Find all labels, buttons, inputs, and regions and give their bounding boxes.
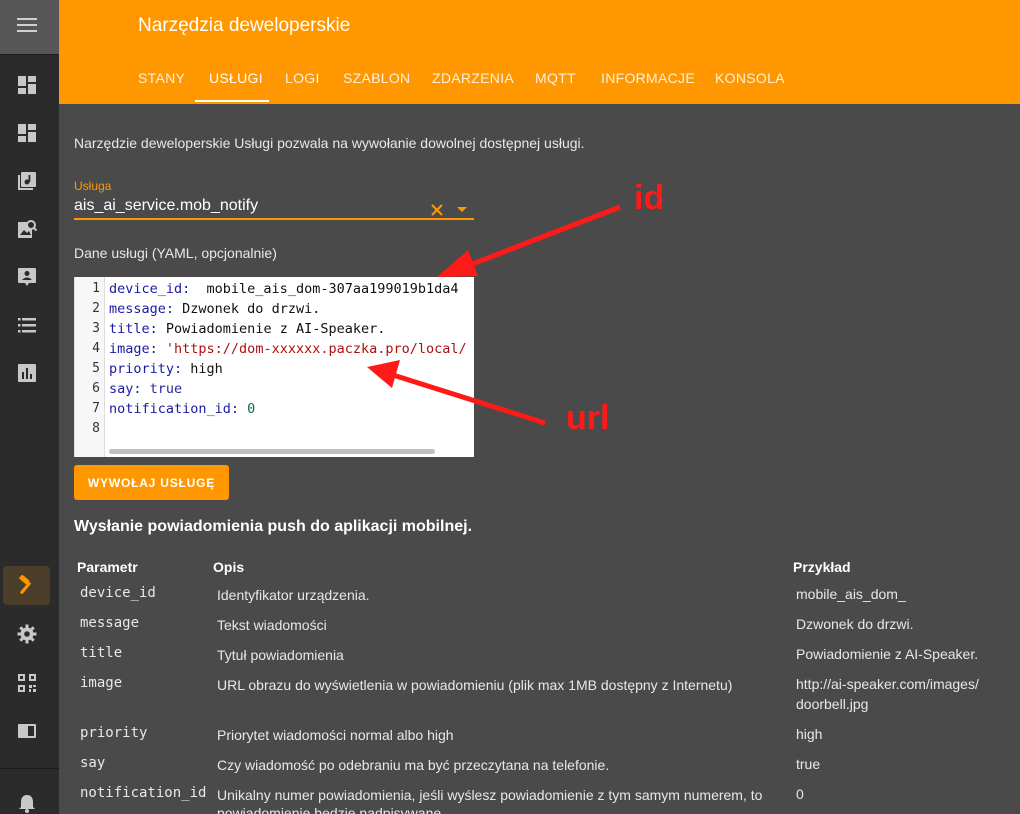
yaml-value: Dzwonek do drzwi.	[174, 301, 321, 317]
code-lines: device_id: mobile_ais_dom-307aa199019b1d…	[109, 279, 467, 439]
service-field-label: Usługa	[74, 179, 112, 193]
column-header-desc: Opis	[213, 559, 245, 575]
code-line: message: Dzwonek do drzwi.	[109, 299, 467, 319]
table-cell-desc: Identyfikator urządzenia.	[217, 587, 370, 603]
code-line: image: 'https://dom-xxxxxx.paczka.pro/lo…	[109, 339, 467, 359]
table-cell-example: 0	[796, 786, 804, 802]
code-line: notification_id: 0	[109, 399, 467, 419]
chart-icon[interactable]	[17, 363, 37, 383]
code-line: say: true	[109, 379, 467, 399]
table-cell-desc: Tytuł powiadomienia	[217, 647, 344, 663]
yaml-key: notification_id:	[109, 401, 240, 417]
tab-szablon[interactable]: SZABLON	[343, 70, 410, 86]
close-icon[interactable]	[430, 203, 444, 217]
table-cell-desc: URL obrazu do wyświetlenia w powiadomien…	[217, 677, 733, 693]
table-cell-desc: Priorytet wiadomości normal albo high	[217, 727, 454, 743]
line-number: 7	[92, 401, 100, 416]
annotation-id-label: id	[634, 179, 665, 217]
tab-uslugi[interactable]: USŁUGI	[209, 70, 263, 86]
music-library-icon[interactable]	[17, 171, 37, 191]
app-header: Narzędzia deweloperskie STANY USŁUGI LOG…	[59, 0, 1020, 104]
table-cell-param: image	[80, 675, 123, 691]
column-header-example: Przykład	[793, 559, 851, 575]
dashboard-icon[interactable]	[17, 75, 37, 95]
line-number: 5	[92, 361, 100, 376]
yaml-value: Powiadomienie z AI-Speaker.	[157, 321, 386, 337]
sidebar-divider	[0, 768, 59, 769]
yaml-key: priority:	[109, 361, 183, 377]
table-cell-example: Dzwonek do drzwi.	[796, 616, 914, 632]
table-cell-example: mobile_ais_dom_	[796, 586, 906, 602]
book-icon[interactable]	[17, 721, 37, 741]
table-cell-param: title	[80, 645, 123, 661]
tab-mqtt[interactable]: MQTT	[535, 70, 576, 86]
image-search-icon[interactable]	[17, 219, 37, 239]
yaml-key: message:	[109, 301, 175, 317]
intro-text: Narzędzie deweloperskie Usługi pozwala n…	[74, 135, 585, 151]
service-input-underline	[74, 218, 474, 220]
line-number-gutter: 1 2 3 4 5 6 7 8	[75, 277, 105, 457]
table-cell-example: Powiadomienie z AI-Speaker.	[796, 646, 979, 662]
table-cell-desc: Unikalny numer powiadomienia, jeśli wyśl…	[217, 787, 763, 814]
line-number: 3	[92, 321, 100, 336]
yaml-label: Dane usługi (YAML, opcjonalnie)	[74, 245, 277, 261]
yaml-value: 'https://dom-xxxxxx.paczka.pro/local/	[157, 341, 467, 357]
table-cell-desc: Czy wiadomość po odebraniu ma być przecz…	[217, 757, 610, 773]
line-number: 6	[92, 381, 100, 396]
call-service-button[interactable]: WYWOŁAJ USŁUGĘ	[74, 465, 229, 500]
yaml-editor[interactable]: 1 2 3 4 5 6 7 8 device_id: mobile_ais_do…	[74, 277, 474, 457]
table-cell-example: true	[796, 756, 821, 772]
yaml-key: image:	[109, 341, 158, 357]
tab-stany[interactable]: STANY	[138, 70, 185, 86]
tab-informacje[interactable]: INFORMACJE	[601, 70, 695, 86]
annotation-url-label: url	[566, 399, 610, 437]
active-tab-indicator	[195, 100, 269, 102]
table-cell-param: notification_id	[80, 785, 207, 801]
yaml-value: high	[182, 361, 223, 377]
line-number: 4	[92, 341, 100, 356]
code-line: title: Powiadomienie z AI-Speaker.	[109, 319, 467, 339]
yaml-key: say:	[109, 381, 142, 397]
yaml-key: device_id:	[109, 281, 191, 297]
service-description-title: Wysłanie powiadomienia push do aplikacji…	[74, 518, 473, 535]
service-input[interactable]: ais_ai_service.mob_notify	[74, 197, 258, 215]
table-cell-param: priority	[80, 725, 148, 741]
column-header-param: Parametr	[77, 559, 138, 575]
table-cell-desc: Tekst wiadomości	[217, 617, 327, 633]
menu-icon[interactable]	[17, 18, 37, 32]
table-cell-param: message	[80, 615, 140, 631]
yaml-value: true	[141, 381, 183, 397]
line-number: 2	[92, 301, 100, 316]
table-cell-param: say	[80, 755, 106, 771]
list-icon[interactable]	[17, 315, 37, 335]
hammer-icon[interactable]	[16, 575, 36, 595]
horizontal-scrollbar[interactable]	[109, 449, 435, 454]
tab-zdarzenia[interactable]: ZDARZENIA	[432, 70, 514, 86]
chevron-down-icon[interactable]	[457, 207, 467, 212]
account-box-icon[interactable]	[17, 267, 37, 287]
sidebar-header	[0, 0, 59, 55]
yaml-value: mobile_ais_dom-307aa199019b1da4	[190, 281, 459, 297]
bell-icon[interactable]	[17, 793, 37, 813]
dashboard-icon[interactable]	[17, 123, 37, 143]
yaml-value: 0	[239, 401, 256, 417]
table-cell-example: high	[796, 726, 823, 742]
table-cell-example: http://ai-speaker.com/images/doorbell.jp…	[796, 676, 979, 712]
sidebar	[0, 0, 59, 814]
tab-logi[interactable]: LOGI	[285, 70, 320, 86]
tab-konsola[interactable]: KONSOLA	[715, 70, 785, 86]
yaml-key: title:	[109, 321, 158, 337]
code-line: device_id: mobile_ais_dom-307aa199019b1d…	[109, 279, 467, 299]
gear-icon[interactable]	[17, 624, 37, 644]
qr-code-icon[interactable]	[17, 673, 37, 693]
line-number: 1	[92, 281, 100, 296]
page-title: Narzędzia deweloperskie	[138, 15, 351, 36]
table-cell-param: device_id	[80, 585, 156, 601]
line-number: 8	[92, 421, 100, 436]
code-line: priority: high	[109, 359, 467, 379]
